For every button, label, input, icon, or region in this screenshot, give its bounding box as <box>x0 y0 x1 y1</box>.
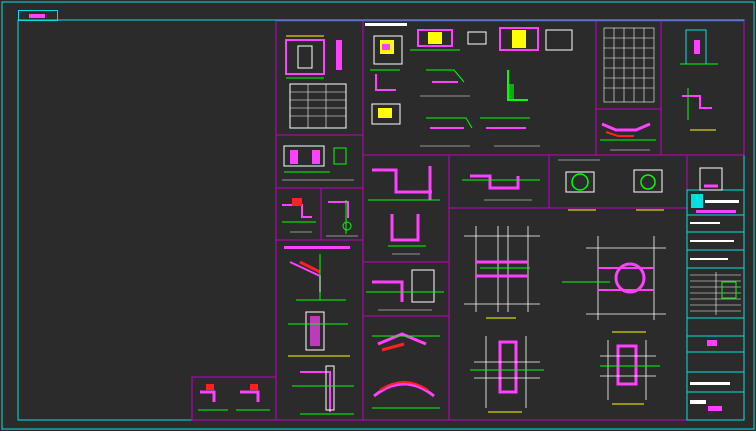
panel-c2 <box>548 154 688 209</box>
detail-a3 <box>282 198 316 233</box>
detail-a1 <box>285 35 347 129</box>
detail-a4 <box>326 200 358 237</box>
panel-grid <box>191 20 745 421</box>
panel-d1 <box>595 20 662 110</box>
detail-a2 <box>282 145 354 181</box>
panel-a4 <box>320 187 364 241</box>
outer-frame <box>1 1 755 430</box>
detail-d3 <box>680 29 718 131</box>
detail-b3 <box>366 269 444 311</box>
panel-d3 <box>660 20 745 156</box>
detail-b4 <box>372 332 440 409</box>
panel-b4 <box>362 315 450 421</box>
title-block-fills <box>690 194 741 411</box>
detail-d2 <box>600 122 656 151</box>
panel-d2 <box>595 108 662 156</box>
drawing-canvas <box>1 1 755 430</box>
detail-b2 <box>368 166 440 255</box>
panel-b1 <box>362 20 597 156</box>
detail-c3 <box>464 226 666 413</box>
detail-b1 <box>365 23 573 147</box>
detail-c1 <box>462 174 540 201</box>
panel-b3 <box>362 261 450 317</box>
detail-e1 <box>198 384 270 411</box>
cad-drawing-sheet <box>0 0 756 431</box>
detail-a5 <box>284 246 354 415</box>
detail-d1 <box>603 27 655 103</box>
panel-e1 <box>191 376 277 421</box>
